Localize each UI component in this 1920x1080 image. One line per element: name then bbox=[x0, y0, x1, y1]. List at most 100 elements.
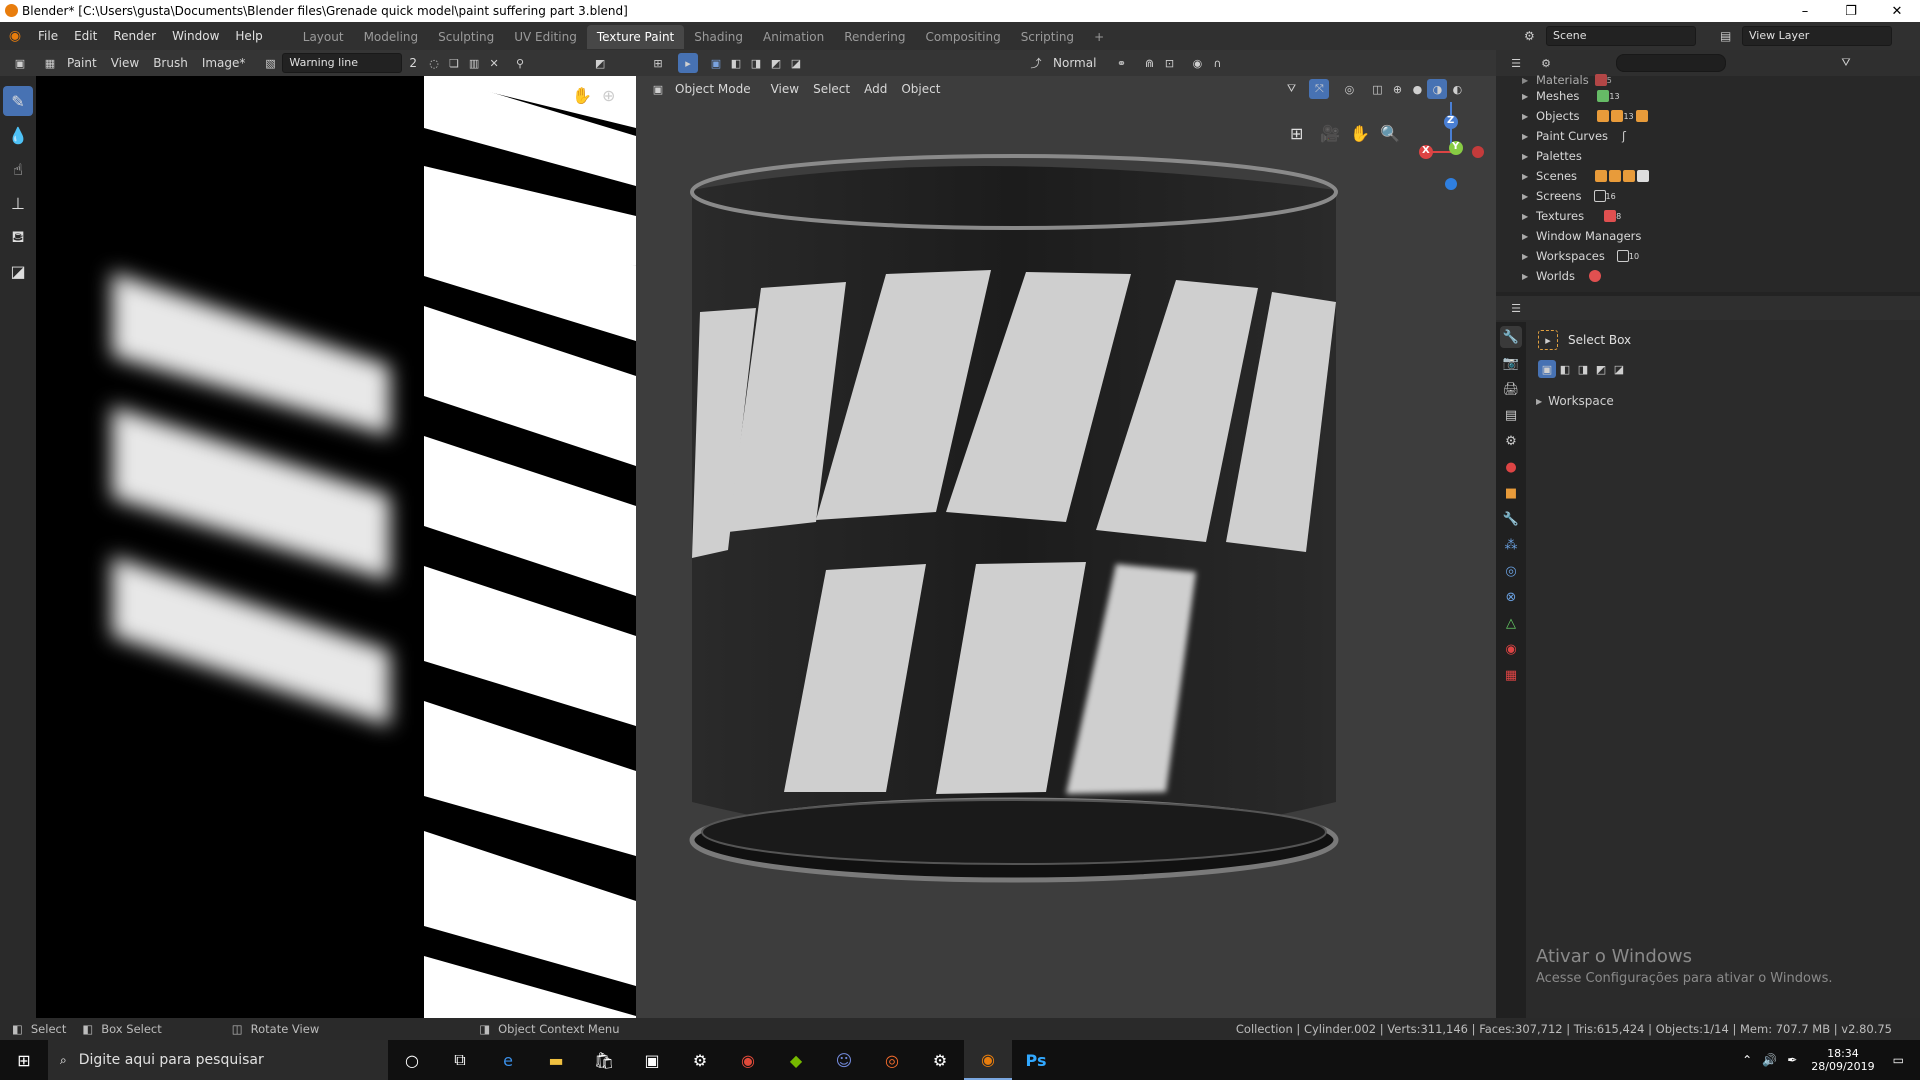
tab-modeling[interactable]: Modeling bbox=[354, 25, 429, 49]
snap-icon[interactable]: ⋒ bbox=[1139, 53, 1159, 73]
physics-tab-icon[interactable]: ◎ bbox=[1500, 560, 1522, 582]
scene-selector[interactable]: Scene bbox=[1546, 26, 1696, 46]
menu-image[interactable]: Image* bbox=[195, 52, 253, 74]
mode-intersect-icon[interactable]: ◪ bbox=[786, 53, 806, 73]
menu-render[interactable]: Render bbox=[105, 22, 164, 50]
tab-rendering[interactable]: Rendering bbox=[834, 25, 915, 49]
mode-set-icon[interactable]: ▣ bbox=[706, 53, 726, 73]
tray-chevron-icon[interactable]: ⌃ bbox=[1742, 1053, 1752, 1067]
outliner-row-screens[interactable]: ▶ Screens 16 bbox=[1496, 186, 1616, 206]
minimize-button[interactable]: – bbox=[1782, 0, 1828, 22]
viewport-menu-add[interactable]: Add bbox=[857, 78, 894, 100]
view-layer-selector[interactable]: View Layer bbox=[1742, 26, 1892, 46]
view-layer-tab-icon[interactable]: ▤ bbox=[1500, 404, 1522, 426]
workspace-panel[interactable]: ▶ Workspace bbox=[1536, 394, 1614, 408]
blender-menu-icon[interactable]: ◉ bbox=[0, 28, 30, 44]
expand-icon[interactable]: ▶ bbox=[1522, 272, 1536, 281]
clone-brush-icon[interactable]: ⊥ bbox=[3, 188, 33, 218]
tab-sculpting[interactable]: Sculpting bbox=[428, 25, 504, 49]
viewport-menu-select[interactable]: Select bbox=[806, 78, 857, 100]
expand-icon[interactable]: ▶ bbox=[1522, 76, 1536, 85]
expand-icon[interactable]: ▶ bbox=[1522, 172, 1536, 181]
xray-icon[interactable]: ◫ bbox=[1367, 79, 1387, 99]
shading-material-icon[interactable]: ◑ bbox=[1427, 79, 1448, 99]
mode-subtract-icon[interactable]: ◨ bbox=[746, 53, 766, 73]
outliner-row-objects[interactable]: ▶ Objects 13 bbox=[1496, 106, 1648, 126]
expand-icon[interactable]: ▶ bbox=[1522, 152, 1536, 161]
zoom-view-icon[interactable]: 🔍 bbox=[1380, 124, 1400, 143]
outliner-row-scenes[interactable]: ▶ Scenes bbox=[1496, 166, 1650, 186]
pin-icon[interactable]: ⚲ bbox=[510, 53, 530, 73]
image-users-count[interactable]: 2 bbox=[402, 52, 424, 74]
fill-brush-icon[interactable]: ⛾ bbox=[3, 222, 33, 252]
blender-taskbar-icon[interactable]: ◉ bbox=[964, 1040, 1012, 1080]
menu-help[interactable]: Help bbox=[227, 22, 270, 50]
pivot-icon[interactable]: ⚭ bbox=[1111, 53, 1131, 73]
scene-tab-icon[interactable]: ⚙ bbox=[1500, 430, 1522, 452]
select-box-tool-icon[interactable]: ▸ bbox=[1538, 330, 1558, 350]
object-mode-dropdown[interactable]: Object Mode bbox=[668, 78, 758, 100]
menu-window[interactable]: Window bbox=[164, 22, 227, 50]
close-button[interactable]: ✕ bbox=[1874, 0, 1920, 22]
overlays-icon[interactable]: ◎ bbox=[1339, 79, 1359, 99]
nvidia-icon[interactable]: ◆ bbox=[772, 1040, 820, 1080]
menu-view[interactable]: View bbox=[104, 52, 146, 74]
tab-layout[interactable]: Layout bbox=[293, 25, 354, 49]
navigation-gizmo[interactable]: Z X Y bbox=[1406, 102, 1496, 212]
fake-user-icon[interactable]: ◌ bbox=[424, 53, 444, 73]
tab-compositing[interactable]: Compositing bbox=[915, 25, 1010, 49]
shading-rendered-icon[interactable]: ◐ bbox=[1447, 79, 1467, 99]
camera-grid-icon[interactable]: ⊞ bbox=[1290, 124, 1303, 143]
image-browse-icon[interactable]: ▧ bbox=[260, 53, 280, 73]
soften-brush-icon[interactable]: 💧 bbox=[3, 120, 33, 150]
constraints-tab-icon[interactable]: ⊗ bbox=[1500, 586, 1522, 608]
texture-tab-icon[interactable]: ▦ bbox=[1500, 664, 1522, 686]
outliner-row-palettes[interactable]: ▶ Palettes bbox=[1496, 146, 1582, 166]
viewport-menu-object[interactable]: Object bbox=[894, 78, 947, 100]
shading-wireframe-icon[interactable]: ⊕ bbox=[1387, 79, 1407, 99]
start-button[interactable]: ⊞ bbox=[0, 1040, 48, 1080]
material-tab-icon[interactable]: ◉ bbox=[1500, 638, 1522, 660]
expand-icon[interactable]: ▶ bbox=[1522, 132, 1536, 141]
menu-edit[interactable]: Edit bbox=[66, 22, 105, 50]
falloff-icon[interactable]: ∩ bbox=[1207, 53, 1227, 73]
tool-tab-icon[interactable]: 🔧 bbox=[1500, 326, 1522, 348]
mask-brush-icon[interactable]: ◪ bbox=[3, 256, 33, 286]
render-tab-icon[interactable]: 📷 bbox=[1500, 352, 1522, 374]
steam-icon[interactable]: ⚙ bbox=[676, 1040, 724, 1080]
object-tab-icon[interactable]: ■ bbox=[1500, 482, 1522, 504]
expand-icon[interactable]: ▶ bbox=[1522, 92, 1536, 101]
data-tab-icon[interactable]: △ bbox=[1500, 612, 1522, 634]
visibility-icon[interactable]: ⛛ bbox=[1281, 79, 1301, 99]
pan-view-icon[interactable]: ✋ bbox=[1350, 124, 1370, 143]
clock[interactable]: 18:34 28/09/2019 bbox=[1811, 1047, 1874, 1073]
tab-animation[interactable]: Animation bbox=[753, 25, 834, 49]
cortana-icon[interactable]: ○ bbox=[388, 1040, 436, 1080]
editor-type-icon[interactable]: ⊞ bbox=[648, 53, 668, 73]
proportional-edit-icon[interactable]: ◉ bbox=[1187, 53, 1207, 73]
volume-icon[interactable]: 🔊 bbox=[1762, 1053, 1777, 1067]
orientation-dropdown[interactable]: Normal bbox=[1046, 52, 1103, 74]
mode-set-icon[interactable]: ▣ bbox=[1538, 360, 1556, 378]
expand-icon[interactable]: ▶ bbox=[1522, 252, 1536, 261]
mode-subtract-icon[interactable]: ◨ bbox=[1574, 360, 1592, 378]
zoom-icon[interactable]: ⊕ bbox=[602, 86, 615, 105]
tab-texture-paint[interactable]: Texture Paint bbox=[586, 25, 685, 49]
world-tab-icon[interactable]: ● bbox=[1500, 456, 1522, 478]
pan-hand-icon[interactable]: ✋ bbox=[572, 86, 592, 105]
output-tab-icon[interactable]: 🖨 bbox=[1500, 378, 1522, 400]
outliner-row-worlds[interactable]: ▶ Worlds bbox=[1496, 266, 1601, 286]
outliner-row-paint-curves[interactable]: ▶ Paint Curves ʃ bbox=[1496, 126, 1626, 146]
overlay-icon[interactable]: ◩ bbox=[590, 53, 610, 73]
steam-app-icon[interactable]: ⚙ bbox=[916, 1040, 964, 1080]
notification-icon[interactable]: ▭ bbox=[1893, 1053, 1904, 1067]
snap-target-icon[interactable]: ⊡ bbox=[1159, 53, 1179, 73]
restore-button[interactable]: ❐ bbox=[1828, 0, 1874, 22]
mode-invert-icon[interactable]: ◩ bbox=[1592, 360, 1610, 378]
gizmo-toggle-icon[interactable]: ⤧ bbox=[1309, 79, 1330, 99]
add-workspace-button[interactable]: + bbox=[1084, 25, 1114, 49]
origin-icon[interactable]: ◎ bbox=[868, 1040, 916, 1080]
store-icon[interactable]: 🛍 bbox=[580, 1040, 628, 1080]
expand-icon[interactable]: ▶ bbox=[1522, 112, 1536, 121]
smear-brush-icon[interactable]: ☝ bbox=[3, 154, 33, 184]
